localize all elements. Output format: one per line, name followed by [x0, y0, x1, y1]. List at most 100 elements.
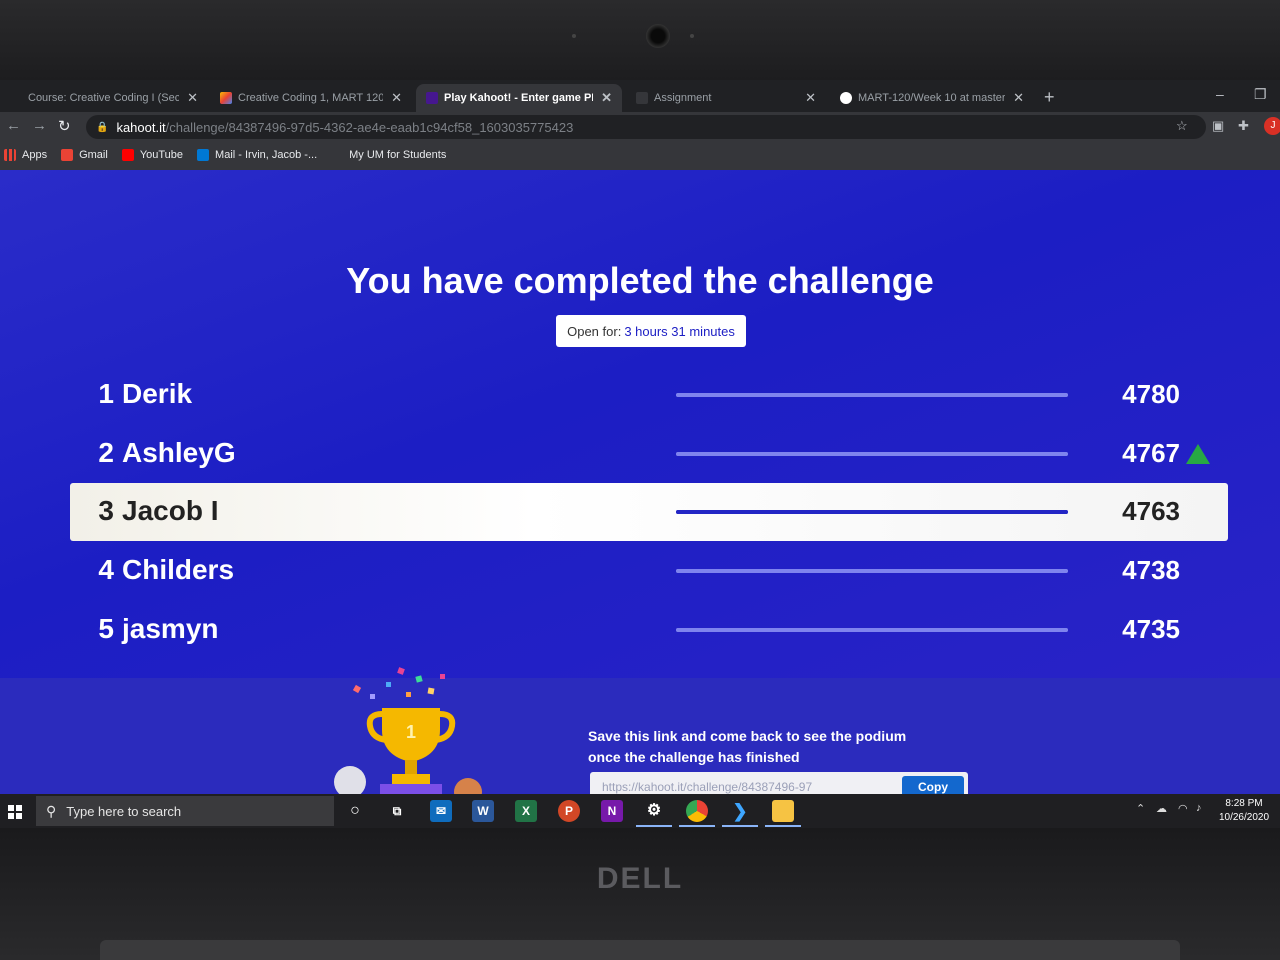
score-bar	[676, 628, 1068, 632]
close-icon[interactable]: ✕	[391, 90, 402, 106]
bookmark-mail[interactable]: Mail - Irvin, Jacob -...	[197, 149, 317, 161]
file-explorer-icon[interactable]	[772, 800, 794, 822]
windows-start-icon[interactable]	[8, 805, 22, 819]
excel-icon[interactable]: X	[515, 800, 537, 822]
close-icon[interactable]: ✕	[1013, 90, 1024, 106]
player-score: 4763	[1122, 496, 1180, 526]
player-rank: 5	[98, 613, 114, 644]
bookmark-my-um[interactable]: My UM for Students	[349, 149, 446, 161]
tab-assignment[interactable]: Assignment ✕	[626, 84, 826, 112]
player-rank: 4	[98, 554, 114, 585]
close-icon[interactable]: ✕	[601, 90, 612, 106]
bookmark-label: Apps	[22, 149, 48, 161]
search-icon: ⚲	[46, 802, 57, 819]
forward-button[interactable]: →	[32, 117, 47, 134]
leaderboard-row: 3 Jacob I 4763	[70, 483, 1228, 541]
drive-icon	[220, 92, 232, 104]
leaderboard-row: 5 jasmyn 4735	[70, 601, 1228, 659]
bezel-sensor-dot	[572, 34, 576, 38]
taskbar-search-box[interactable]: ⚲ Type here to search	[36, 796, 334, 826]
taskbar-clock[interactable]: 8:28 PM 10/26/2020	[1212, 797, 1276, 825]
gmail-icon	[61, 149, 74, 161]
new-tab-button[interactable]: +	[1044, 87, 1055, 108]
bookmarks-bar: Apps Gmail YouTube Mail - Irvin, Jacob -…	[0, 142, 1280, 168]
volume-icon[interactable]: ♪	[1196, 802, 1202, 814]
score-bar	[676, 393, 1068, 397]
bookmark-gmail[interactable]: Gmail	[61, 149, 108, 161]
tab-kahoot[interactable]: Play Kahoot! - Enter game PIN h ✕	[416, 84, 622, 112]
player-name: Derik	[122, 378, 193, 409]
bookmark-label: Mail - Irvin, Jacob -...	[215, 149, 318, 161]
github-icon	[840, 92, 852, 104]
chrome-icon[interactable]	[686, 800, 708, 822]
powerpoint-icon[interactable]: P	[558, 800, 580, 822]
tab-label: Play Kahoot! - Enter game PIN h	[444, 92, 593, 104]
score-bar-fill	[676, 393, 1068, 397]
brand-logo: DELL	[596, 862, 684, 895]
trophy-rank: 1	[406, 722, 416, 742]
back-button[interactable]: ←	[6, 117, 21, 134]
running-indicator	[636, 825, 672, 827]
score-bar	[676, 510, 1068, 514]
challenge-link-field[interactable]: https://kahoot.it/challenge/84387496-97 …	[590, 772, 968, 796]
minimize-button[interactable]: –	[1216, 86, 1224, 102]
tab-label: Assignment	[654, 92, 712, 104]
cortana-icon[interactable]: ○	[344, 800, 366, 822]
laptop-screen: Course: Creative Coding I (Sect ✕ Creati…	[0, 80, 1280, 828]
tab-creative-coding[interactable]: Creative Coding 1, MART 120 | ✕	[210, 84, 412, 112]
word-icon[interactable]: W	[472, 800, 494, 822]
address-bar[interactable]: 🔒 kahoot.it /challenge/84387496-97d5-436…	[86, 115, 1206, 139]
tab-label: Creative Coding 1, MART 120 |	[238, 92, 384, 104]
restore-button[interactable]: ❐	[1254, 86, 1267, 103]
bookmark-label: Gmail	[79, 149, 108, 161]
task-view-icon[interactable]: ⧉	[386, 800, 408, 822]
profile-avatar[interactable]: J	[1264, 117, 1280, 135]
wifi-icon[interactable]: ◠	[1178, 802, 1188, 815]
extensions-puzzle-icon[interactable]: ✚	[1238, 118, 1249, 134]
open-for-label: Open for:	[567, 323, 622, 339]
player-score: 4735	[1122, 614, 1180, 644]
leaderboard-row: 4 Childers 4738	[70, 542, 1228, 600]
player-score: 4767	[1122, 438, 1180, 468]
reload-button[interactable]: ↻	[58, 117, 71, 135]
close-icon[interactable]: ✕	[805, 90, 816, 106]
save-link-message: Save this link and come back to see the …	[588, 726, 968, 768]
bookmark-label: My UM for Students	[349, 149, 447, 161]
bookmark-youtube[interactable]: YouTube	[121, 149, 183, 161]
bookmark-apps[interactable]: Apps	[4, 149, 47, 161]
player-rank: 3	[98, 495, 114, 526]
clock-time: 8:28 PM	[1225, 798, 1263, 809]
tab-label: MART-120/Week 10 at master	[858, 92, 1006, 104]
page-title: You have completed the challenge	[346, 260, 934, 301]
score-bar-fill	[676, 628, 1068, 632]
vscode-icon[interactable]: ❯	[729, 800, 751, 822]
settings-icon[interactable]: ⚙	[643, 800, 665, 822]
running-indicator	[679, 825, 715, 827]
chevron-up-icon[interactable]: ⌃	[1136, 802, 1145, 815]
tab-github[interactable]: MART-120/Week 10 at master ✕	[830, 84, 1034, 112]
kahoot-results-page: You have completed the challenge Open fo…	[0, 170, 1280, 796]
leaderboard-row: 1 Derik 4780	[70, 366, 1228, 424]
player-name: Jacob I	[122, 495, 219, 526]
leaderboard-row: 2 AshleyG 4767	[70, 425, 1228, 483]
score-bar	[676, 569, 1068, 573]
onenote-icon[interactable]: N	[601, 800, 623, 822]
bezel-sensor-dot	[690, 34, 694, 38]
close-icon[interactable]: ✕	[187, 90, 198, 106]
url-path: /challenge/84387496-97d5-4362-ae4e-eaab1…	[165, 119, 574, 135]
open-for-value: 3 hours 31 minutes	[624, 323, 735, 339]
bookmark-star-icon[interactable]: ☆	[1176, 118, 1188, 134]
apps-grid-icon	[4, 149, 16, 161]
trophy-icon: 1	[334, 667, 482, 796]
extension-icon[interactable]: ▣	[1212, 118, 1224, 134]
player-rank: 2	[98, 437, 114, 468]
youtube-icon	[121, 149, 134, 161]
save-message-line: Save this link and come back to see the …	[588, 728, 907, 744]
trend-up-icon	[1186, 444, 1210, 464]
player-name: AshleyG	[122, 437, 236, 468]
mail-icon[interactable]: ✉	[430, 800, 452, 822]
score-bar-fill	[676, 452, 1068, 456]
onedrive-icon[interactable]: ☁	[1156, 802, 1167, 815]
copy-button[interactable]: Copy	[902, 776, 964, 796]
tab-course[interactable]: Course: Creative Coding I (Sect ✕	[18, 84, 208, 112]
